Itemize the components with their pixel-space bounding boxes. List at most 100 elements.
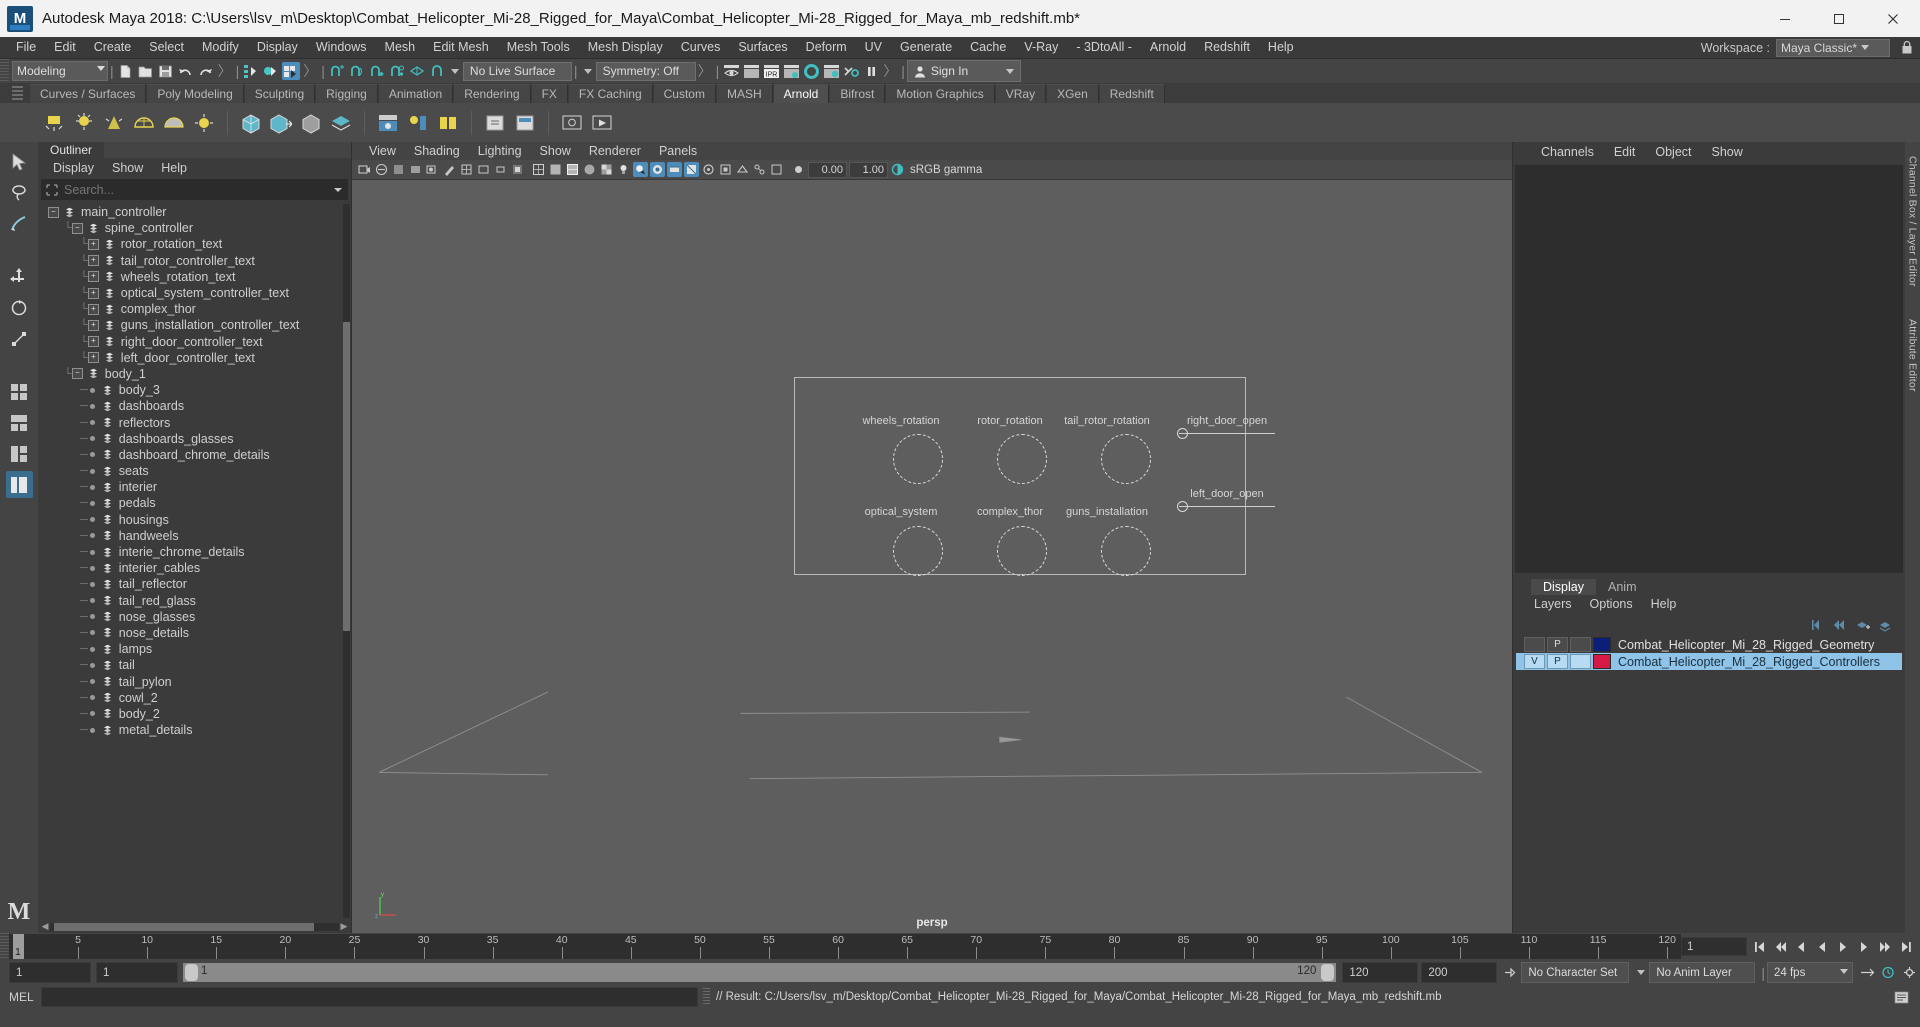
- paint-select-tool-icon[interactable]: [6, 210, 33, 237]
- motion-blur-icon[interactable]: [667, 162, 682, 177]
- xray-joints-icon[interactable]: [752, 162, 767, 177]
- command-line-grip[interactable]: [703, 988, 710, 1006]
- arnold-flush-caches-icon[interactable]: [435, 110, 461, 136]
- gate-mask-icon[interactable]: [510, 162, 525, 177]
- shaded-textured-icon[interactable]: [599, 162, 614, 177]
- viewport-menu-show[interactable]: Show: [531, 142, 580, 160]
- slider-knob[interactable]: [1177, 427, 1188, 439]
- arnold-scene-source-icon[interactable]: [328, 110, 354, 136]
- layer-menu-layers[interactable]: Layers: [1525, 595, 1581, 614]
- outliner-item-dashboards[interactable]: ─ dashboards: [38, 398, 351, 414]
- menu-redshift[interactable]: Redshift: [1195, 37, 1259, 58]
- viewport-menu-view[interactable]: View: [360, 142, 405, 160]
- time-slider[interactable]: 1 5 10 15 20 25 30 35 40 45 50 55 60 65 70 75 80 85 90 95 1…: [9, 934, 1681, 959]
- shelf-tab-sculpting[interactable]: Sculpting: [243, 84, 316, 103]
- film-gate-icon[interactable]: [476, 162, 491, 177]
- smooth-shade-all-icon[interactable]: [548, 162, 563, 177]
- layer-playback-toggle[interactable]: P: [1547, 637, 1568, 652]
- arnold-open-ass-icon[interactable]: [482, 110, 508, 136]
- open-scene-icon[interactable]: [137, 62, 155, 80]
- pause-render-icon[interactable]: [862, 62, 880, 80]
- controller-circle-optical-system[interactable]: [893, 525, 943, 576]
- step-back-frame-icon[interactable]: [1792, 938, 1811, 955]
- color-management-icon[interactable]: [890, 162, 905, 177]
- redo-icon[interactable]: [197, 62, 215, 80]
- outliner-item-tail[interactable]: ─ tail: [38, 657, 351, 673]
- shelf-tab-xgen[interactable]: XGen: [1046, 84, 1099, 103]
- outliner-item-right-door-controller-text[interactable]: └ + right_door_controller_text: [38, 334, 351, 350]
- menu-file[interactable]: File: [7, 37, 45, 58]
- toolbar-grip-handle[interactable]: [0, 59, 9, 83]
- shelf-tab-bifrost[interactable]: Bifrost: [829, 84, 886, 103]
- outliner-item-lamps[interactable]: ─ lamps: [38, 641, 351, 657]
- arnold-preview-icon[interactable]: [559, 110, 585, 136]
- controller-circle-rotor-rotation[interactable]: [997, 433, 1047, 484]
- fps-dropdown[interactable]: 24 fps: [1767, 962, 1853, 983]
- outliner-item-metal-details[interactable]: ─ metal_details: [38, 722, 351, 738]
- menu-edit-mesh[interactable]: Edit Mesh: [424, 37, 498, 58]
- image-plane-icon[interactable]: [408, 162, 423, 177]
- outliner-menu-help[interactable]: Help: [152, 158, 196, 178]
- layer-display-type-toggle[interactable]: [1570, 637, 1591, 652]
- range-start-field[interactable]: 1: [9, 962, 91, 983]
- shadows-toggle-icon[interactable]: [633, 162, 648, 177]
- current-frame-field[interactable]: 1: [1680, 937, 1748, 956]
- undo-icon[interactable]: [177, 62, 195, 80]
- use-default-material-icon[interactable]: [582, 162, 597, 177]
- viewport-3d-canvas[interactable]: wheels_rotation rotor_rotation tail_rotor_…: [352, 180, 1512, 933]
- outliner-item-complex-thor[interactable]: └ + complex_thor: [38, 301, 351, 317]
- expand-collapse-toggle[interactable]: −: [71, 368, 83, 380]
- rail-label-attribute-editor[interactable]: Attribute Editor: [1907, 319, 1919, 392]
- menu-arnold[interactable]: Arnold: [1141, 37, 1195, 58]
- lock-icon[interactable]: [1901, 40, 1913, 55]
- multisample-aa-icon[interactable]: [684, 162, 699, 177]
- select-by-hierarchy-icon[interactable]: [242, 62, 260, 80]
- menu-vray[interactable]: V-Ray: [1015, 37, 1067, 58]
- outliner-item-wheels-rotation-text[interactable]: └ + wheels_rotation_text: [38, 269, 351, 285]
- expand-collapse-toggle[interactable]: +: [87, 336, 99, 348]
- select-by-object-icon[interactable]: [262, 62, 280, 80]
- scroll-right-arrow-icon[interactable]: ▶: [339, 921, 349, 932]
- arnold-standin-icon[interactable]: [238, 110, 264, 136]
- controller-circle-complex-thor[interactable]: [997, 525, 1047, 576]
- workspace-dropdown[interactable]: Maya Classic*: [1776, 38, 1890, 57]
- shelf-tab-rendering[interactable]: Rendering: [453, 84, 531, 103]
- lasso-tool-icon[interactable]: [6, 179, 33, 206]
- make-live-dropdown-icon[interactable]: [450, 68, 459, 74]
- arnold-light-manager-icon[interactable]: [405, 110, 431, 136]
- expand-collapse-toggle[interactable]: −: [71, 222, 83, 234]
- arnold-bifrost-icon[interactable]: [512, 110, 538, 136]
- expand-collapse-toggle[interactable]: +: [87, 303, 99, 315]
- two-d-pan-zoom-icon[interactable]: [425, 162, 440, 177]
- layout-two-panes-icon[interactable]: [6, 409, 33, 436]
- use-all-lights-icon[interactable]: [616, 162, 631, 177]
- play-forwards-icon[interactable]: [1834, 938, 1853, 955]
- step-forward-key-icon[interactable]: [1875, 938, 1894, 955]
- ipr-render-icon[interactable]: IPR: [762, 62, 780, 80]
- resolution-gate-icon[interactable]: [493, 162, 508, 177]
- layer-first-icon[interactable]: [1808, 617, 1826, 633]
- display-layer-row[interactable]: P Combat_Helicopter_Mi_28_Rigged_Geometry: [1516, 636, 1902, 653]
- render-sequence-icon[interactable]: [742, 62, 760, 80]
- outliner-tree[interactable]: − main_controller └ − spine_controller └ + r…: [38, 202, 351, 920]
- channelbox-menu-object[interactable]: Object: [1645, 142, 1701, 163]
- maximize-button[interactable]: [1812, 0, 1866, 37]
- sign-in-button[interactable]: Sign In: [906, 60, 1022, 82]
- viewport-menu-panels[interactable]: Panels: [650, 142, 706, 160]
- character-set-dropdown[interactable]: No Character Set: [1521, 962, 1630, 983]
- render-settings-icon[interactable]: [782, 62, 800, 80]
- outliner-item-spine-controller[interactable]: └ − spine_controller: [38, 220, 351, 236]
- go-to-end-icon[interactable]: [1896, 938, 1915, 955]
- shelf-tab-redshift[interactable]: Redshift: [1098, 84, 1165, 103]
- controller-circle-wheels-rotation[interactable]: [893, 433, 943, 484]
- rail-label-channelbox[interactable]: Channel Box / Layer Editor: [1907, 156, 1919, 287]
- shelf-tab-fx[interactable]: FX: [530, 84, 568, 103]
- h-scroll-track[interactable]: [50, 922, 339, 931]
- layer-prev-icon[interactable]: [1831, 617, 1849, 633]
- shelf-tab-motion-graphics[interactable]: Motion Graphics: [885, 84, 995, 103]
- outliner-item-seats[interactable]: ─ seats: [38, 463, 351, 479]
- outliner-item-body-1[interactable]: └ − body_1: [38, 366, 351, 382]
- menu-mesh[interactable]: Mesh: [376, 37, 425, 58]
- shelf-tab-custom[interactable]: Custom: [652, 84, 716, 103]
- layer-new-icon[interactable]: [1854, 617, 1872, 633]
